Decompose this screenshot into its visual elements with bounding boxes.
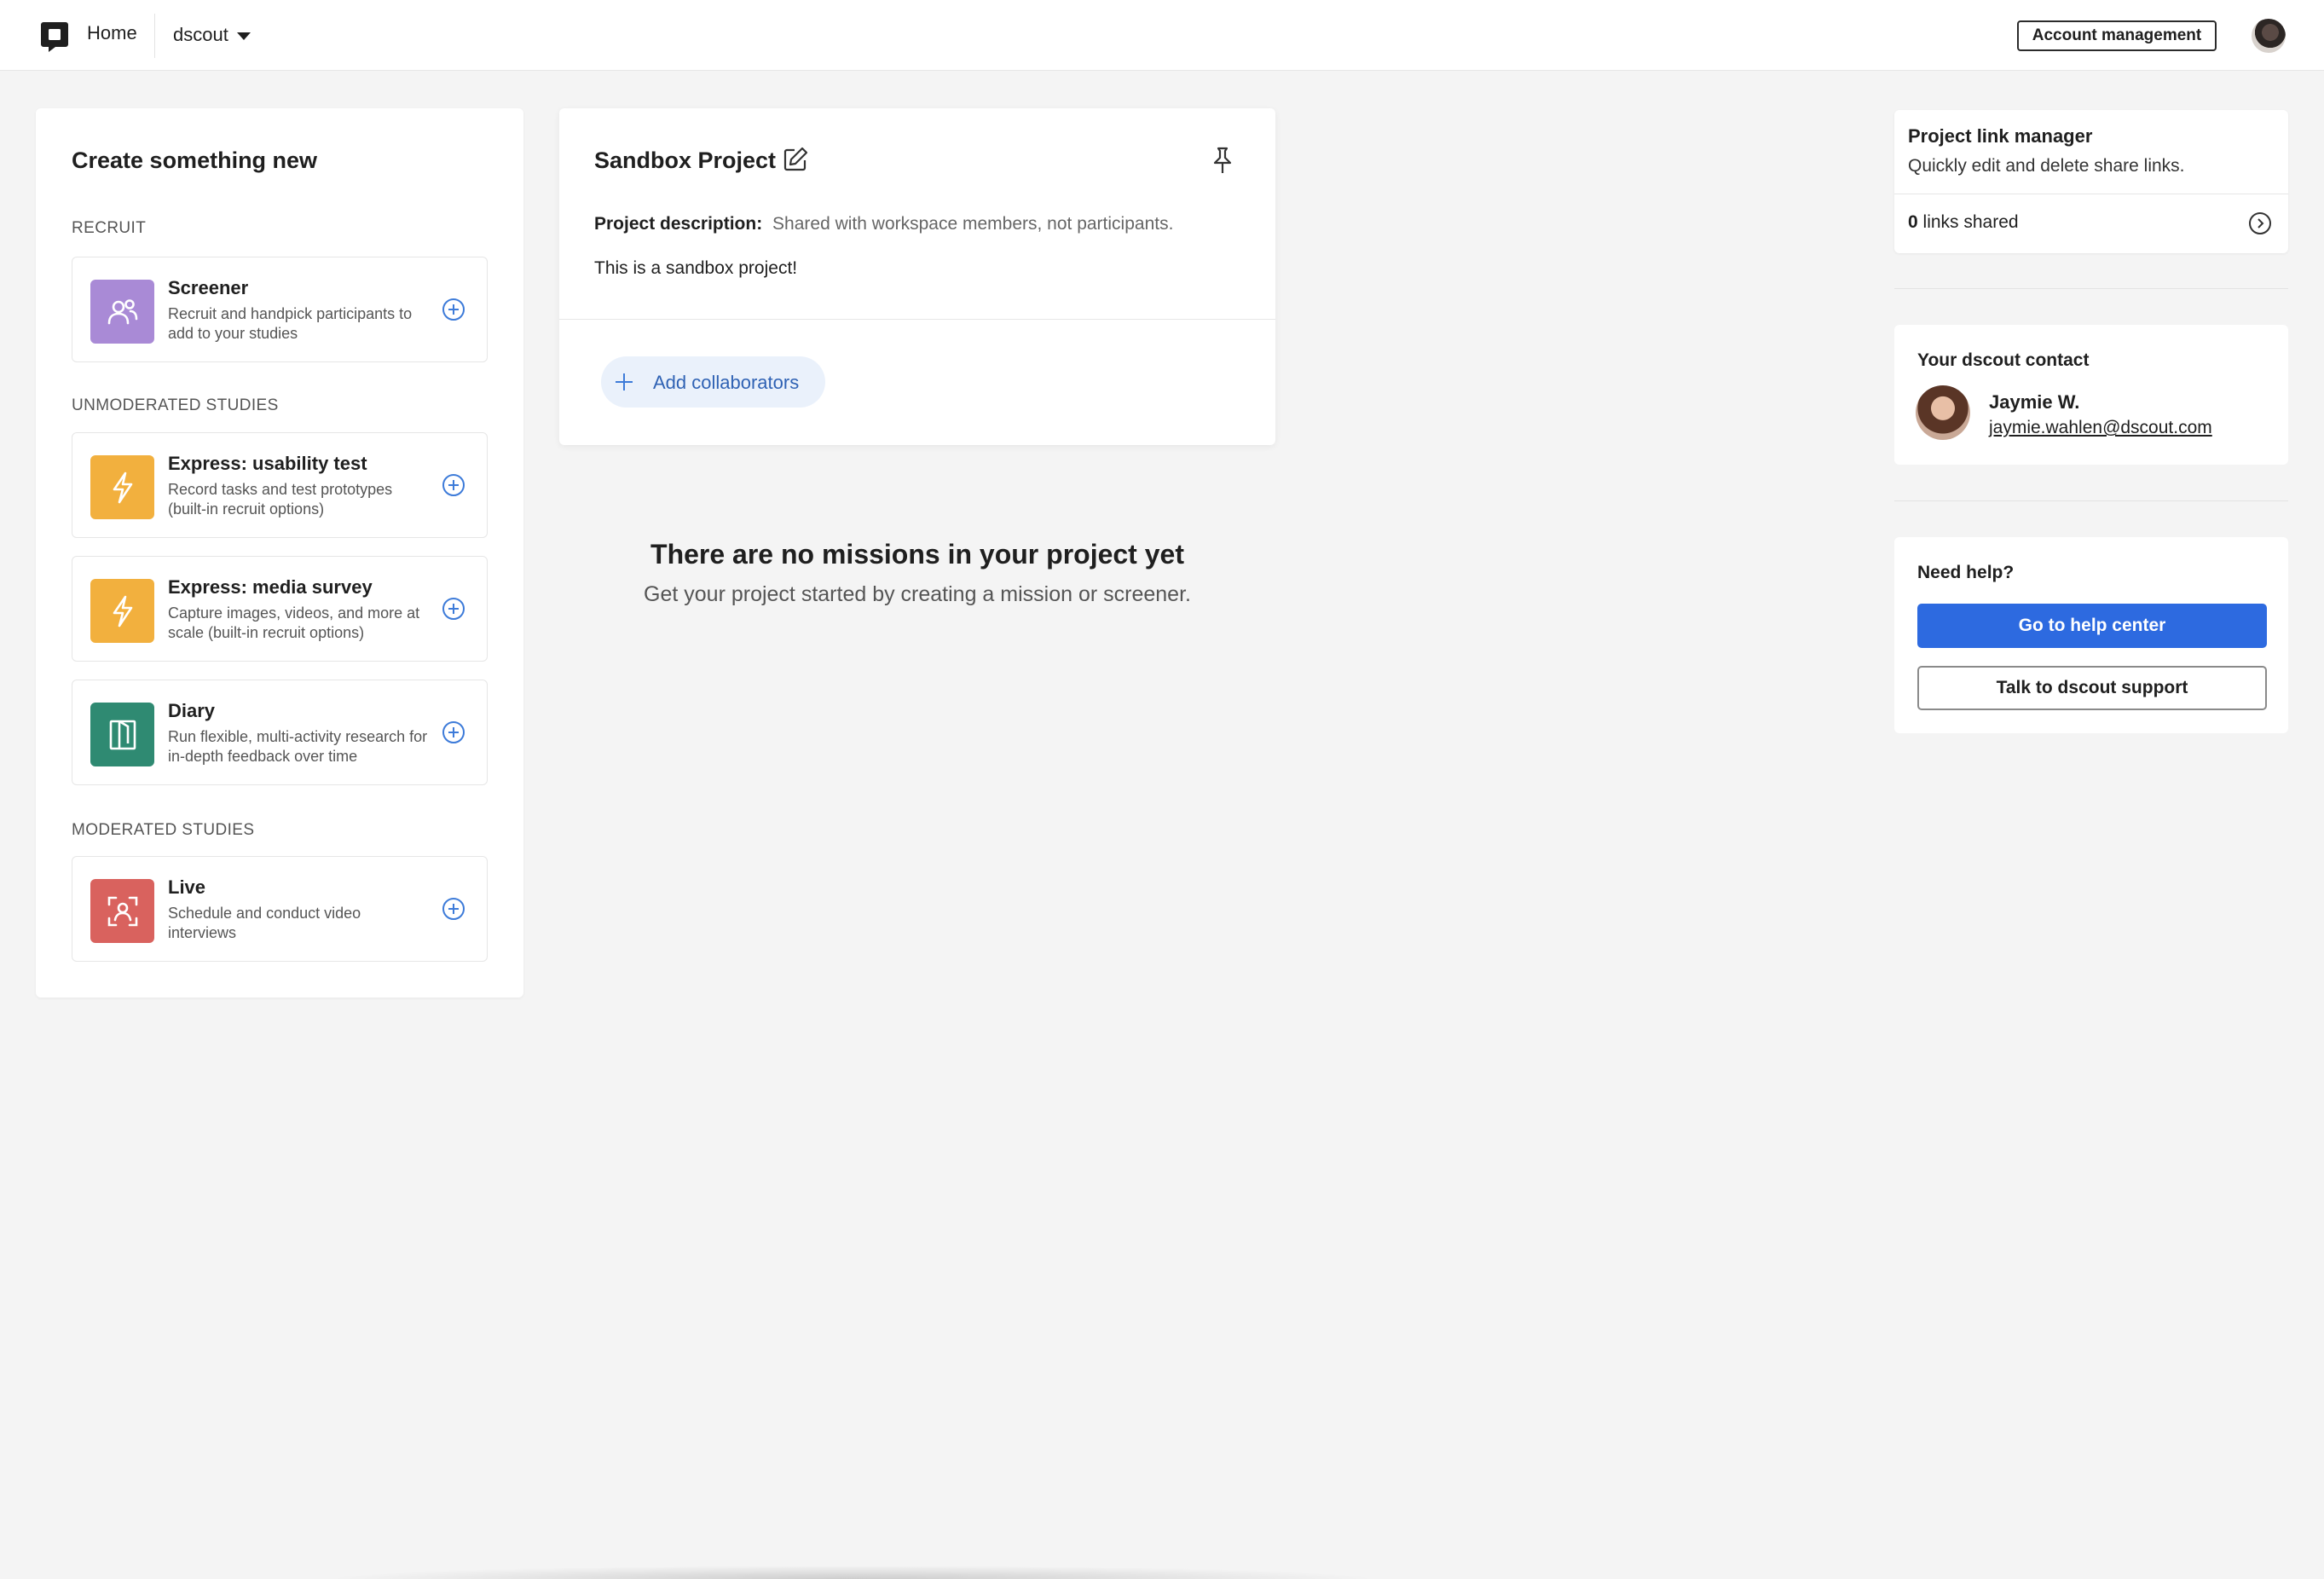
add-collaborators-button[interactable]: Add collaborators [601,356,825,408]
user-avatar[interactable] [2252,19,2286,53]
plus-icon [616,373,633,390]
section-label-moderated: MODERATED STUDIES [72,821,255,839]
project-title: Sandbox Project [594,147,777,173]
add-live-icon[interactable] [442,898,465,920]
link-manager-title: Project link manager [1908,125,2093,147]
chevron-right-circle-icon[interactable] [2248,211,2272,235]
study-title: Express: media survey [168,576,373,598]
contact-name: Jaymie W. [1989,391,2080,413]
description-help-text: Shared with workspace members, not parti… [772,214,1174,234]
study-title: Live [168,876,206,898]
add-express-media-icon[interactable] [442,598,465,620]
caret-down-icon [236,32,251,40]
add-screener-icon[interactable] [442,298,465,321]
link-manager-subtitle: Quickly edit and delete share links. [1908,156,2185,176]
project-description-row: Project description: Shared with workspa… [594,214,1173,234]
study-description: Capture images, videos, and more at scal… [168,604,420,641]
study-description: Record tasks and test prototypes (built-… [168,481,393,518]
study-description: Run flexible, multi-activity research fo… [168,728,428,765]
create-something-new-panel: Create something new RECRUIT Screener Re… [36,108,523,998]
study-item-express-usability[interactable]: Express: usability test Record tasks and… [72,432,488,538]
contact-title: Your dscout contact [1917,350,2090,370]
empty-state-subtitle: Get your project started by creating a m… [644,582,1191,606]
edit-icon[interactable] [782,146,809,173]
diary-icon [90,703,154,766]
add-express-usability-icon[interactable] [442,474,465,496]
study-title: Screener [168,277,249,298]
workspace-label: dscout [173,24,228,45]
bottom-shadow [324,1565,1381,1579]
live-video-icon [90,879,154,943]
study-item-express-media[interactable]: Express: media survey Capture images, vi… [72,556,488,662]
study-title: Diary [168,700,216,721]
account-management-button[interactable]: Account management [2017,20,2217,51]
contact-email-link[interactable]: jaymie.wahlen@dscout.com [1989,418,2212,438]
talk-to-support-button[interactable]: Talk to dscout support [1917,666,2267,710]
project-link-manager-card: Project link manager Quickly edit and de… [1894,110,2288,253]
section-label-recruit: RECRUIT [72,219,147,237]
description-label: Project description: [594,214,763,234]
nav-home-link[interactable]: Home [87,22,137,44]
divider [559,319,1275,320]
workspace-dropdown[interactable]: dscout [173,24,251,46]
links-count: 0 [1908,212,1918,232]
add-collaborators-label: Add collaborators [653,372,800,393]
project-description-text[interactable]: This is a sandbox project! [594,258,797,279]
nav-divider [154,14,155,58]
lightning-icon [90,579,154,643]
section-label-unmoderated: UNMODERATED STUDIES [72,396,279,414]
divider [1894,288,2288,289]
links-shared-row[interactable]: 0 links shared [1908,212,2019,233]
study-description: Recruit and handpick participants to add… [168,305,413,342]
contact-avatar [1916,385,1970,440]
need-help-card: Need help? Go to help center Talk to dsc… [1894,537,2288,733]
links-count-suffix: links shared [1922,212,2019,232]
study-description: Schedule and conduct video interviews [168,905,361,941]
people-icon [90,280,154,344]
go-to-help-center-button[interactable]: Go to help center [1917,604,2267,648]
dscout-logo-icon[interactable] [40,20,69,53]
dscout-contact-card: Your dscout contact Jaymie W. jaymie.wah… [1894,325,2288,465]
add-diary-icon[interactable] [442,721,465,743]
panel-title: Create something new [72,147,318,173]
study-item-screener[interactable]: Screener Recruit and handpick participan… [72,257,488,362]
pin-icon[interactable] [1210,146,1235,175]
project-card: Sandbox Project Project description: Sha… [559,108,1275,445]
help-title: Need help? [1917,563,2015,582]
divider [1894,500,2288,501]
study-title: Express: usability test [168,453,367,474]
empty-state-title: There are no missions in your project ye… [650,539,1184,570]
study-item-live[interactable]: Live Schedule and conduct video intervie… [72,856,488,962]
study-item-diary[interactable]: Diary Run flexible, multi-activity resea… [72,680,488,785]
top-navigation: Home dscout Account management [0,0,2324,71]
lightning-icon [90,455,154,519]
